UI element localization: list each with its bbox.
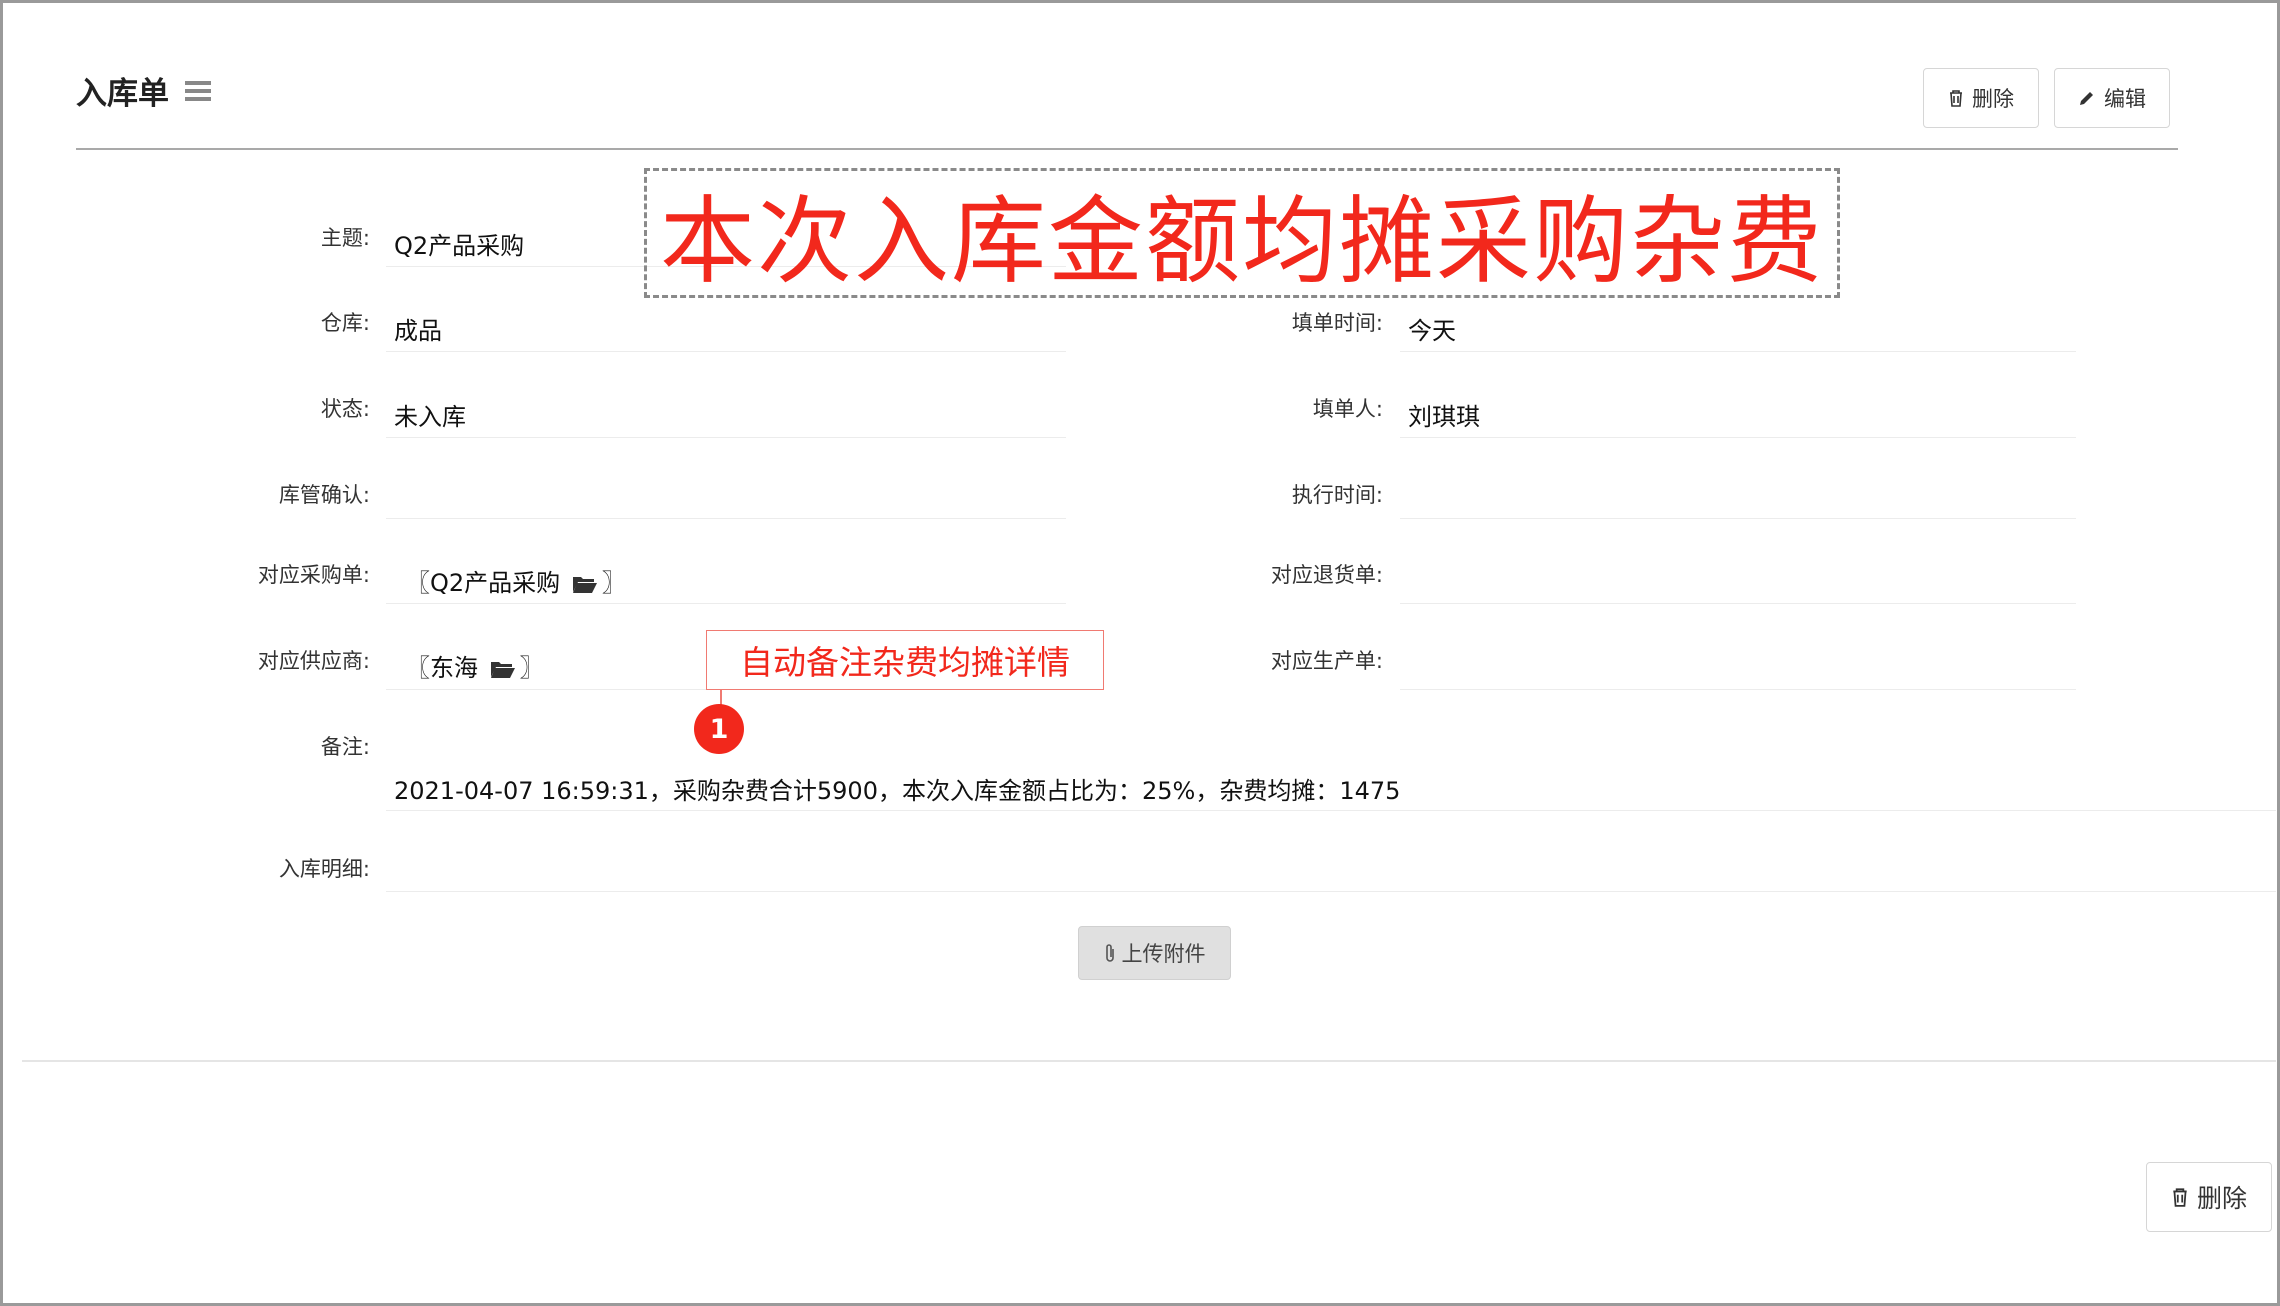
warehouse-label: 仓库: bbox=[320, 311, 370, 335]
filler-underline bbox=[1400, 437, 2076, 438]
edit-button-label: 编辑 bbox=[2104, 87, 2146, 111]
edit-button[interactable]: 编辑 bbox=[2054, 68, 2170, 128]
purchase-order-underline bbox=[386, 603, 1066, 604]
return-order-label: 对应退货单: bbox=[1270, 563, 1383, 587]
annotation-banner: 本次入库金额均摊采购杂费 bbox=[644, 168, 1840, 298]
keeper-confirm-label: 库管确认: bbox=[278, 483, 370, 507]
page-title: 入库单 bbox=[76, 68, 211, 113]
upload-attachment-button[interactable]: 上传附件 bbox=[1078, 926, 1231, 980]
purchase-order-link[interactable]: 〖Q2产品采购 〗 bbox=[406, 563, 626, 598]
menu-icon[interactable] bbox=[185, 80, 211, 101]
annotation-callout: 自动备注杂费均摊详情 bbox=[706, 630, 1104, 690]
production-order-underline bbox=[1400, 689, 2076, 690]
trash-icon bbox=[2173, 1188, 2187, 1207]
subject-label: 主题: bbox=[320, 226, 370, 250]
warehouse-value: 成品 bbox=[394, 317, 442, 345]
delete-button[interactable]: 删除 bbox=[1923, 68, 2039, 128]
fill-time-label: 填单时间: bbox=[1291, 311, 1383, 335]
production-order-label: 对应生产单: bbox=[1270, 649, 1383, 673]
warehouse-underline bbox=[386, 351, 1066, 352]
remark-value: 2021-04-07 16:59:31，采购杂费合计5900，本次入库金额占比为… bbox=[394, 777, 1401, 805]
filler-value: 刘琪琪 bbox=[1408, 403, 1480, 431]
status-value: 未入库 bbox=[394, 403, 466, 431]
remark-underline bbox=[386, 810, 2276, 811]
exec-time-label: 执行时间: bbox=[1291, 483, 1383, 507]
filler-label: 填单人: bbox=[1312, 397, 1383, 421]
supplier-close: 〗 bbox=[519, 654, 544, 682]
supplier-label: 对应供应商: bbox=[257, 649, 370, 673]
page-title-text: 入库单 bbox=[76, 76, 169, 112]
upload-attachment-label: 上传附件 bbox=[1121, 942, 1206, 966]
folder-open-icon[interactable] bbox=[490, 659, 516, 679]
status-label: 状态: bbox=[320, 397, 370, 421]
supplier-value: 东海 bbox=[430, 654, 478, 682]
fill-time-value: 今天 bbox=[1408, 317, 1456, 345]
annotation-banner-text: 本次入库金额均摊采购杂费 bbox=[659, 186, 1824, 297]
footer-divider bbox=[22, 1060, 2276, 1062]
purchase-order-open: 〖 bbox=[406, 569, 430, 597]
keeper-confirm-underline bbox=[386, 518, 1066, 519]
detail-underline bbox=[386, 891, 2276, 892]
subject-value: Q2产品采购 bbox=[394, 232, 525, 260]
footer-delete-button[interactable]: 删除 bbox=[2146, 1162, 2272, 1232]
header-divider bbox=[76, 148, 2178, 150]
footer-delete-label: 删除 bbox=[2196, 1184, 2247, 1213]
supplier-open: 〖 bbox=[406, 654, 430, 682]
paperclip-icon bbox=[1105, 944, 1114, 962]
status-underline bbox=[386, 437, 1066, 438]
annotation-callout-text: 自动备注杂费均摊详情 bbox=[740, 643, 1070, 682]
delete-button-label: 删除 bbox=[1972, 87, 2014, 111]
trash-icon bbox=[1950, 90, 1962, 107]
remark-label: 备注: bbox=[320, 735, 370, 759]
exec-time-underline bbox=[1400, 518, 2076, 519]
supplier-link[interactable]: 〖东海 〗 bbox=[406, 648, 544, 683]
return-order-underline bbox=[1400, 603, 2076, 604]
purchase-order-label: 对应采购单: bbox=[257, 563, 370, 587]
pencil-icon bbox=[2080, 92, 2093, 105]
detail-label: 入库明细: bbox=[278, 857, 370, 881]
purchase-order-close: 〗 bbox=[601, 569, 626, 597]
fill-time-underline bbox=[1400, 351, 2076, 352]
folder-open-icon[interactable] bbox=[572, 574, 598, 594]
purchase-order-value: Q2产品采购 bbox=[430, 569, 561, 597]
annotation-marker: 1 bbox=[694, 704, 744, 754]
